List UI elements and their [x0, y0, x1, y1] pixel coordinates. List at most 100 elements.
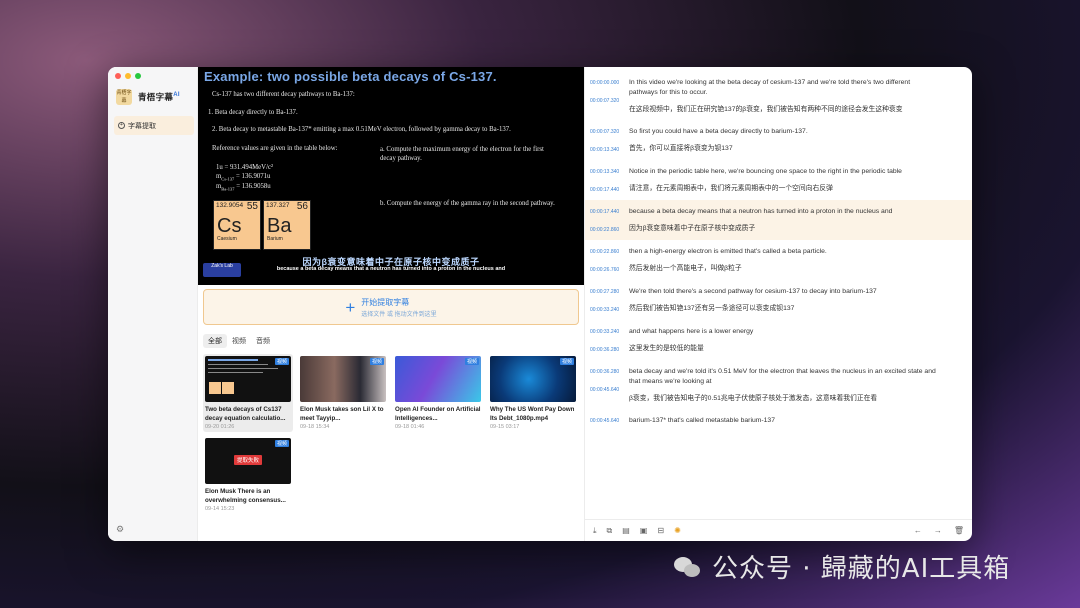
timestamp[interactable]: 00:00:22.860 00:00:26.760 [585, 247, 629, 275]
media-date: 09-18 15:34 [300, 424, 330, 430]
close-window-button[interactable] [115, 73, 121, 79]
subtitle-zh[interactable]: β衰变，我们被告知电子的0.51兆电子伏使原子核处于激发态，这意味着我们正在看 [629, 394, 936, 404]
subtitle-row[interactable]: 00:00:13.340 00:00:17.440 Notice in the pe… [585, 160, 972, 200]
timestamp[interactable]: 00:00:00.000 00:00:07.320 [585, 78, 629, 115]
end-time[interactable]: 00:00:36.280 [590, 345, 629, 355]
subtitle-list: 00:00:00.000 00:00:07.320 In this video we… [585, 67, 972, 519]
minimize-window-button[interactable] [125, 73, 131, 79]
copy-icon[interactable]: ▤ [622, 526, 630, 535]
media-badge: 视频 [369, 358, 384, 365]
subtitle-zh[interactable]: 在这段视频中，我们正在研究铯137的β衰变，我们被告知有两种不同的途径会发生这种… [629, 105, 936, 115]
subtitle-en[interactable]: then a high-energy electron is emitted t… [629, 247, 936, 257]
timestamp[interactable]: 00:00:27.280 00:00:33.240 [585, 287, 629, 315]
media-badge: 视频 [274, 440, 289, 447]
subtitle-en[interactable]: We're then told there's a second pathway… [629, 287, 936, 297]
timestamp[interactable]: 00:00:33.240 00:00:36.280 [585, 327, 629, 355]
media-card[interactable]: 视频 Two beta decays of Cs137 decay equati… [203, 354, 293, 432]
start-time[interactable]: 00:00:36.280 [590, 367, 629, 377]
export-icon[interactable]: ⧉ [607, 526, 613, 536]
subtitle-row[interactable]: 00:00:33.240 00:00:36.280 and what happens… [585, 320, 972, 360]
start-time[interactable]: 00:00:22.860 [590, 247, 629, 257]
subtitle-en[interactable]: and what happens here is a lower energy [629, 327, 936, 337]
start-time[interactable]: 00:00:13.340 [590, 167, 629, 177]
app-window: 青梧字幕 青梧字幕AI + 字幕提取 ⚙ Example: two possib… [108, 67, 972, 541]
maximize-window-button[interactable] [135, 73, 141, 79]
translate-icon[interactable]: ⊟ [657, 526, 664, 535]
media-card[interactable]: 视频 Open AI Founder on Artificial Intelli… [393, 354, 483, 432]
subtitle-en[interactable]: In this video we're looking at the beta … [629, 78, 936, 98]
media-card[interactable]: 视频 Elon Musk takes son Lil X to meet Tay… [298, 354, 388, 432]
subtitle-row[interactable]: 00:00:27.280 00:00:33.240 We're then told … [585, 280, 972, 320]
start-time[interactable]: 00:00:33.240 [590, 327, 629, 337]
media-tabs: 全部 视频 音频 [203, 334, 584, 348]
gear-icon[interactable]: ⚙ [116, 524, 124, 535]
tab-all[interactable]: 全部 [203, 334, 227, 348]
end-time[interactable]: 00:00:07.320 [590, 96, 629, 106]
end-time[interactable]: 00:00:45.640 [590, 385, 629, 395]
upload-hint: 选择文件 或 拖动文件到这里 [361, 311, 437, 318]
timestamp[interactable]: 00:00:17.440 00:00:22.860 [585, 207, 629, 235]
subtitle-zh[interactable]: 首先，你可以直接将β衰变为钡137 [629, 144, 936, 154]
tab-audio[interactable]: 音频 [251, 334, 275, 348]
subtitle-zh[interactable]: 这里发生的是较低的能量 [629, 344, 936, 354]
media-card[interactable]: 视频 Why The US Wont Pay Down Its Debt_108… [488, 354, 578, 432]
timestamp[interactable]: 00:00:13.340 00:00:17.440 [585, 167, 629, 195]
video-subtitle-en: because a beta decay means that a neutro… [276, 266, 506, 272]
subtitle-toolbar: ⤓ ⧉ ▤ ▣ ⊟ ✺ ← → 🗑 [585, 519, 972, 541]
start-time[interactable]: 00:00:00.000 [590, 78, 629, 88]
timestamp[interactable]: 00:00:07.320 00:00:13.340 [585, 127, 629, 155]
sidebar-item-subtitle-extract[interactable]: + 字幕提取 [114, 116, 194, 135]
end-time[interactable] [590, 434, 629, 444]
subtitle-en[interactable]: barium-137* that's called metastable bar… [629, 416, 936, 426]
media-badge: 视频 [559, 358, 574, 365]
subtitle-row[interactable]: 00:00:17.440 00:00:22.860 because a beta d… [585, 200, 972, 240]
media-date: 09-15 03:17 [490, 424, 520, 430]
prev-icon[interactable]: ← [914, 526, 922, 535]
start-time[interactable]: 00:00:17.440 [590, 207, 629, 217]
subtitle-zh[interactable]: 请注意，在元素周期表中，我们将元素周期表中的一个空间向右反弹 [629, 184, 936, 194]
end-time[interactable]: 00:00:17.440 [590, 185, 629, 195]
app-logo: 青梧字幕 [116, 89, 132, 105]
media-title: Why The US Wont Pay Down Its Debt_1080p.… [490, 406, 575, 422]
tab-video[interactable]: 视频 [227, 334, 251, 348]
subtitle-en[interactable]: beta decay and we're told it's 0.51 MeV … [629, 367, 936, 387]
subtitle-row[interactable]: 00:00:00.000 00:00:07.320 In this video we… [585, 71, 972, 120]
end-time[interactable]: 00:00:22.860 [590, 225, 629, 235]
trash-icon[interactable]: 🗑 [954, 526, 964, 535]
end-time[interactable]: 00:00:33.240 [590, 305, 629, 315]
ai-icon[interactable]: ✺ [674, 526, 681, 535]
download-icon[interactable]: ⤓ [593, 526, 597, 536]
subtitle-en[interactable]: because a beta decay means that a neutro… [629, 207, 936, 217]
start-time[interactable]: 00:00:07.320 [590, 127, 629, 137]
image-icon[interactable]: ▣ [640, 526, 648, 535]
plus-circle-icon: + [118, 122, 125, 129]
subtitle-row[interactable]: 00:00:07.320 00:00:13.340 So first you cou… [585, 120, 972, 160]
start-time[interactable]: 00:00:45.640 [590, 416, 629, 426]
timestamp[interactable]: 00:00:36.280 00:00:45.640 [585, 367, 629, 404]
subtitle-en[interactable]: Notice in the periodic table here, we're… [629, 167, 936, 177]
end-time[interactable]: 00:00:26.760 [590, 265, 629, 275]
next-icon[interactable]: → [934, 526, 942, 535]
video-player[interactable]: Example: two possible beta decays of Cs-… [198, 67, 584, 285]
media-panel: Example: two possible beta decays of Cs-… [198, 67, 585, 541]
subtitle-row[interactable]: 00:00:36.280 00:00:45.640 beta decay and w… [585, 360, 972, 409]
media-thumbnail: 提取失败 视频 [205, 438, 291, 484]
subtitle-en[interactable]: So first you could have a beta decay dir… [629, 127, 936, 137]
window-controls [115, 73, 141, 79]
subtitle-zh[interactable]: 然后发射出一个高能电子，叫做β粒子 [629, 264, 936, 274]
media-date: 09-14 15:23 [205, 506, 235, 512]
timestamp[interactable]: 00:00:45.640 [585, 416, 629, 444]
subtitle-zh[interactable]: 然后我们被告知铯137还有另一条途径可以衰变成钡137 [629, 304, 936, 314]
slide-question-a: a. Compute the maximum energy of the ele… [380, 146, 544, 162]
subtitle-zh[interactable]: 因为β衰变意味着中子在原子核中变成质子 [629, 224, 936, 234]
upload-dropzone[interactable]: + 开始提取字幕 选择文件 或 拖动文件到这里 [203, 289, 579, 325]
subtitle-row[interactable]: 00:00:45.640 barium-137* that's called me… [585, 409, 972, 449]
end-time[interactable]: 00:00:13.340 [590, 145, 629, 155]
subtitle-row[interactable]: 00:00:22.860 00:00:26.760 then a high-ener… [585, 240, 972, 280]
watermark: 公众号 · 歸藏的AI工具箱 [674, 548, 1010, 585]
media-card[interactable]: 提取失败 视频 Elon Musk There is an overwhelmi… [203, 436, 293, 514]
media-badge: 视频 [274, 358, 289, 365]
slide-question-b: b. Compute the energy of the gamma ray i… [380, 200, 555, 207]
start-time[interactable]: 00:00:27.280 [590, 287, 629, 297]
slide-item2: 2. Beta decay to metastable Ba-137* emit… [212, 126, 511, 133]
